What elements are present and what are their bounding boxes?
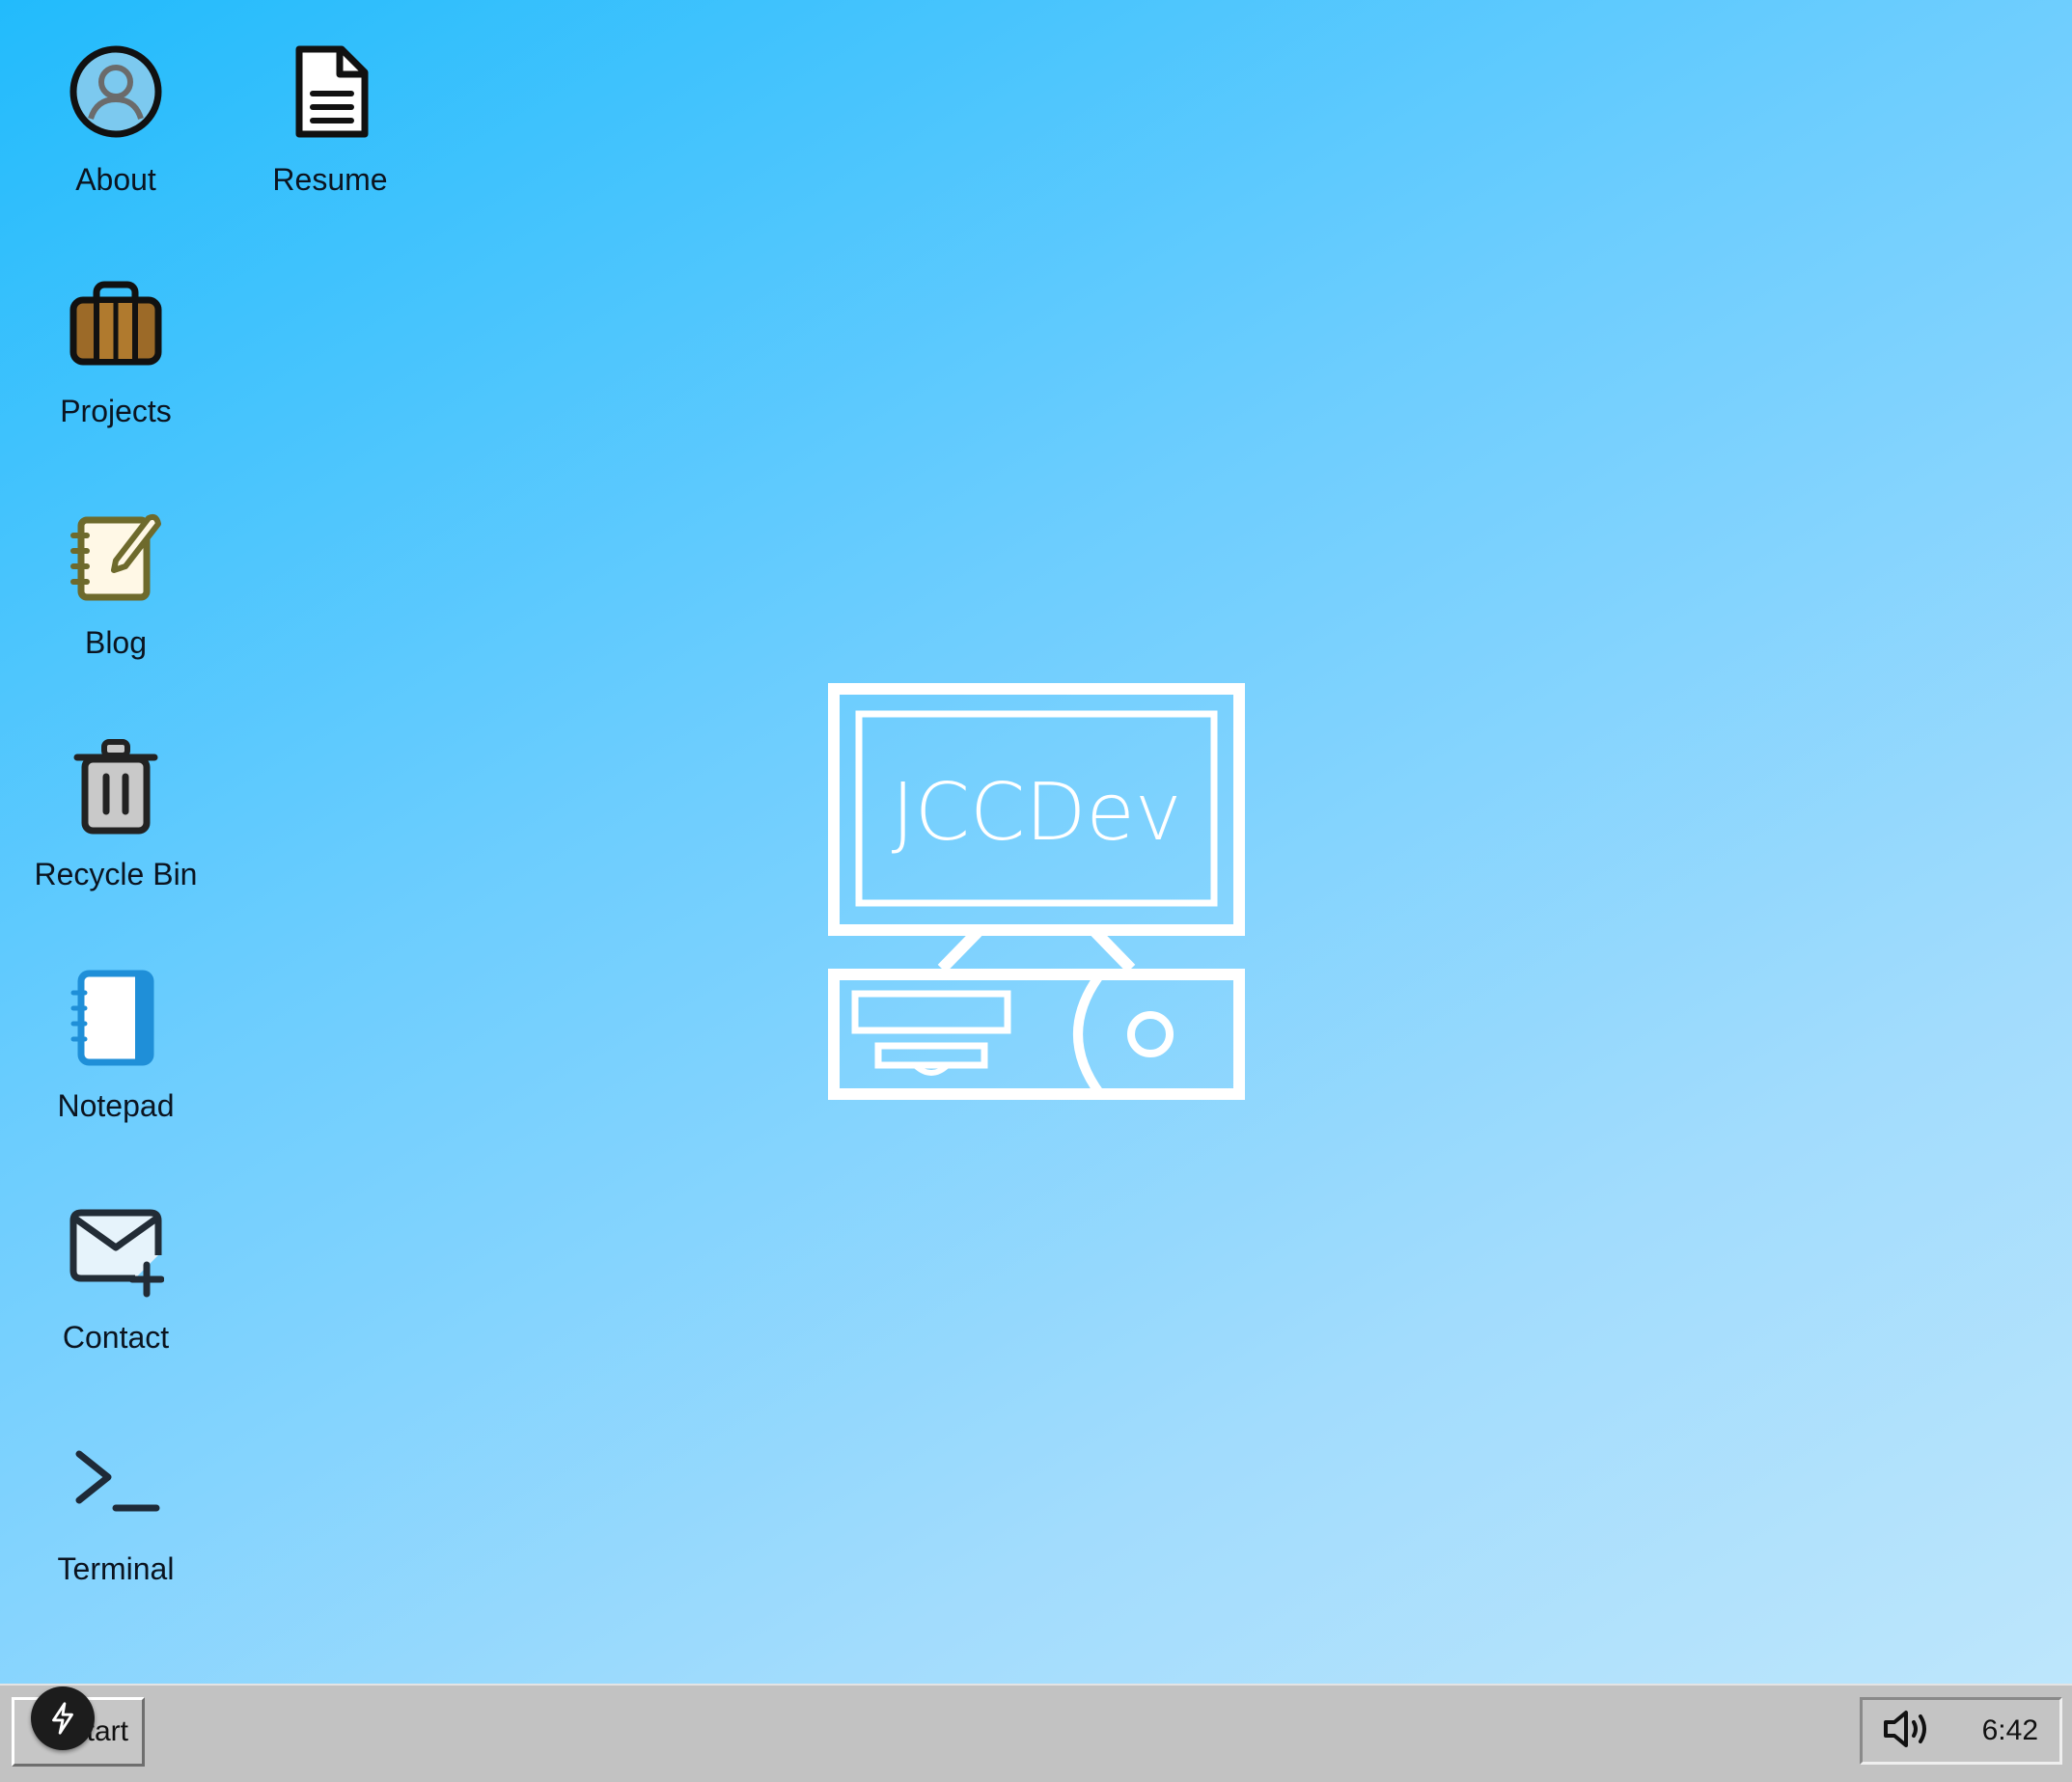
desktop-icon-label: Terminal (57, 1551, 175, 1586)
desktop-icon-notepad[interactable]: Notepad (19, 965, 212, 1158)
computer-logo-icon: JCCDev (828, 683, 1245, 1100)
notebook-pen-icon (63, 502, 169, 608)
desktop-icon-label: Projects (60, 394, 172, 428)
taskbar: Start 6:42 (0, 1684, 2072, 1782)
volume-icon[interactable] (1882, 1708, 1934, 1755)
mail-plus-icon (63, 1196, 169, 1302)
desktop-icon-label: Blog (84, 625, 148, 660)
user-profile-icon (63, 39, 169, 145)
desktop-icon-label: Resume (272, 162, 388, 197)
logo-text: JCCDev (892, 767, 1182, 859)
desktop-icon-projects[interactable]: Projects (19, 270, 212, 463)
desktop-icon-label: Contact (62, 1320, 170, 1355)
trash-icon (63, 733, 169, 839)
desktop: About Resume Projects Blog Recycle Bin N… (0, 0, 2072, 1684)
desktop-icon-terminal[interactable]: Terminal (19, 1428, 212, 1621)
lightning-icon[interactable] (31, 1686, 95, 1750)
desktop-icon-blog[interactable]: Blog (19, 502, 212, 695)
clock[interactable]: 6:42 (1982, 1714, 2038, 1747)
desktop-icon-label: About (75, 162, 156, 197)
briefcase-icon (63, 270, 169, 376)
desktop-icon-resume[interactable]: Resume (234, 39, 427, 232)
desktop-icon-about[interactable]: About (19, 39, 212, 232)
notepad-icon (63, 965, 169, 1071)
desktop-icon-contact[interactable]: Contact (19, 1196, 212, 1389)
desktop-icon-label: Notepad (57, 1088, 175, 1123)
desktop-icon-recycle-bin[interactable]: Recycle Bin (19, 733, 212, 926)
desktop-icon-label: Recycle Bin (34, 857, 198, 891)
document-icon (277, 39, 383, 145)
system-tray: 6:42 (1860, 1697, 2062, 1765)
terminal-icon (63, 1428, 169, 1534)
